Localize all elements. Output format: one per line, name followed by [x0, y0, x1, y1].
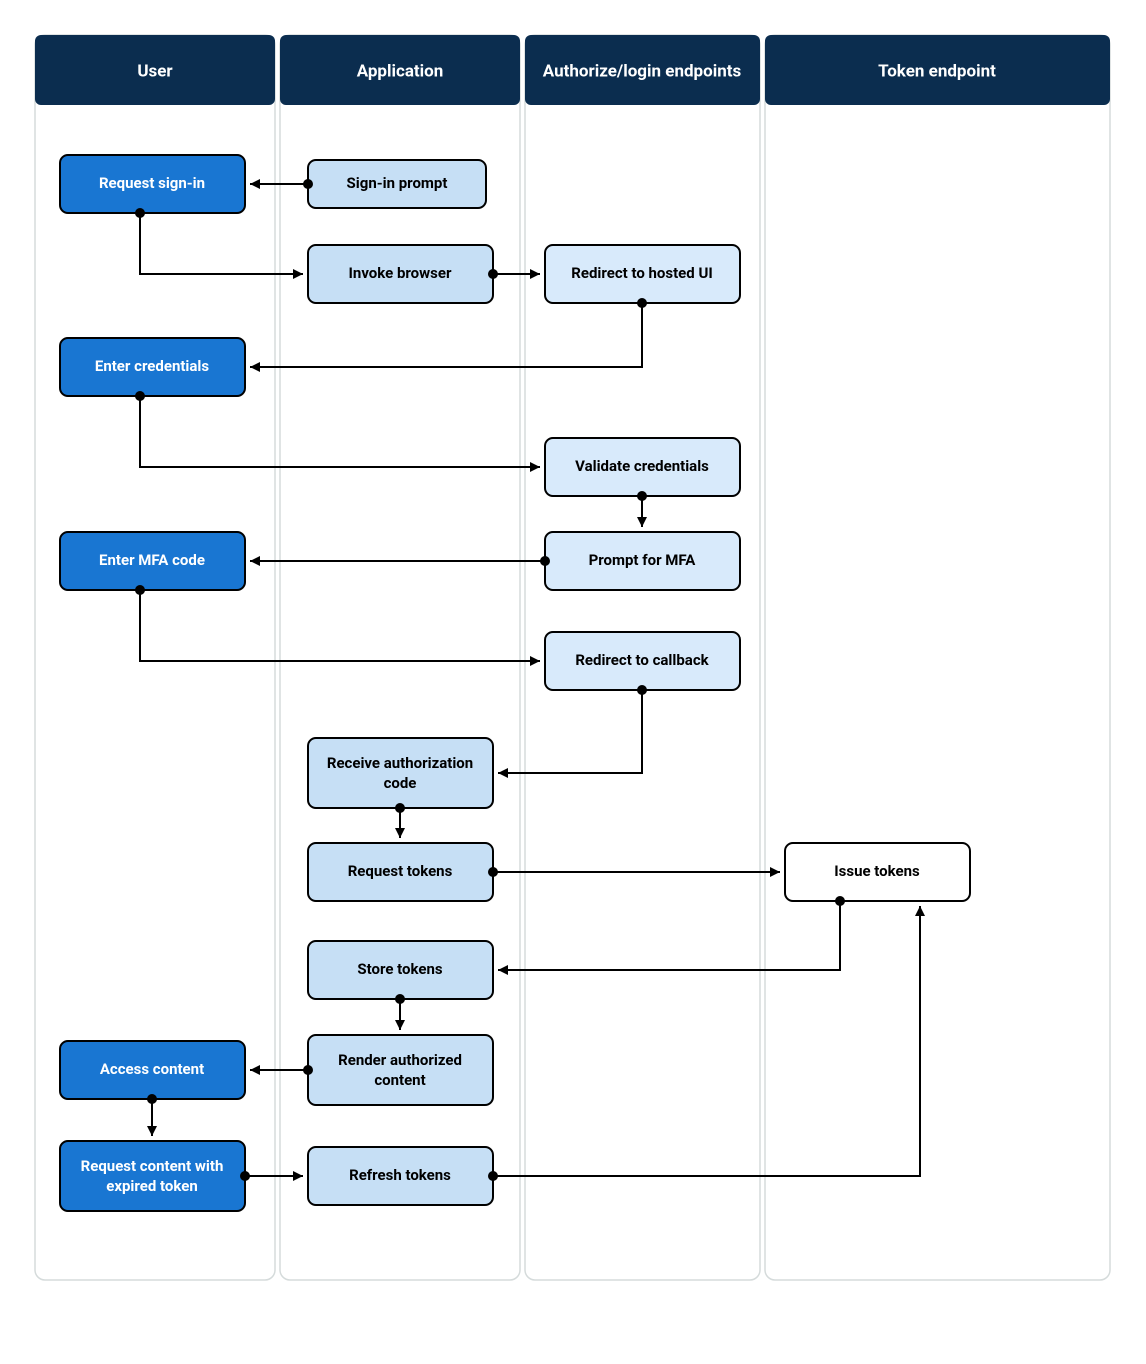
lane-application-title: Application [357, 61, 444, 81]
svg-text:Sign-in prompt: Sign-in prompt [347, 174, 448, 192]
svg-text:Enter credentials: Enter credentials [95, 357, 210, 375]
svg-text:expired token: expired token [106, 1177, 198, 1195]
svg-text:Invoke browser: Invoke browser [349, 264, 452, 282]
lane-authorize-title: Authorize/login endpoints [543, 61, 742, 81]
svg-text:Request content with: Request content with [81, 1157, 224, 1175]
svg-text:Refresh tokens: Refresh tokens [349, 1166, 451, 1184]
svg-text:Store tokens: Store tokens [357, 960, 442, 978]
svg-text:Issue tokens: Issue tokens [834, 862, 920, 880]
svg-text:Request sign-in: Request sign-in [99, 174, 205, 192]
lane-token-title: Token endpoint [878, 61, 996, 81]
svg-text:Prompt for MFA: Prompt for MFA [589, 551, 697, 569]
lane-token [765, 35, 1110, 1280]
svg-text:Enter MFA code: Enter MFA code [99, 551, 205, 569]
svg-text:Redirect to hosted UI: Redirect to hosted UI [571, 264, 712, 282]
svg-text:Access content: Access content [100, 1060, 204, 1078]
svg-text:Render authorized: Render authorized [338, 1051, 462, 1069]
svg-text:content: content [374, 1071, 425, 1089]
svg-text:Request tokens: Request tokens [348, 862, 453, 880]
svg-text:code: code [384, 774, 417, 792]
svg-text:Receive authorization: Receive authorization [327, 754, 473, 772]
flow-diagram: User Application Authorize/login endpoin… [0, 0, 1146, 1364]
svg-text:Redirect to callback: Redirect to callback [575, 651, 709, 669]
svg-text:Validate credentials: Validate credentials [575, 457, 709, 475]
lane-user-title: User [137, 61, 173, 81]
